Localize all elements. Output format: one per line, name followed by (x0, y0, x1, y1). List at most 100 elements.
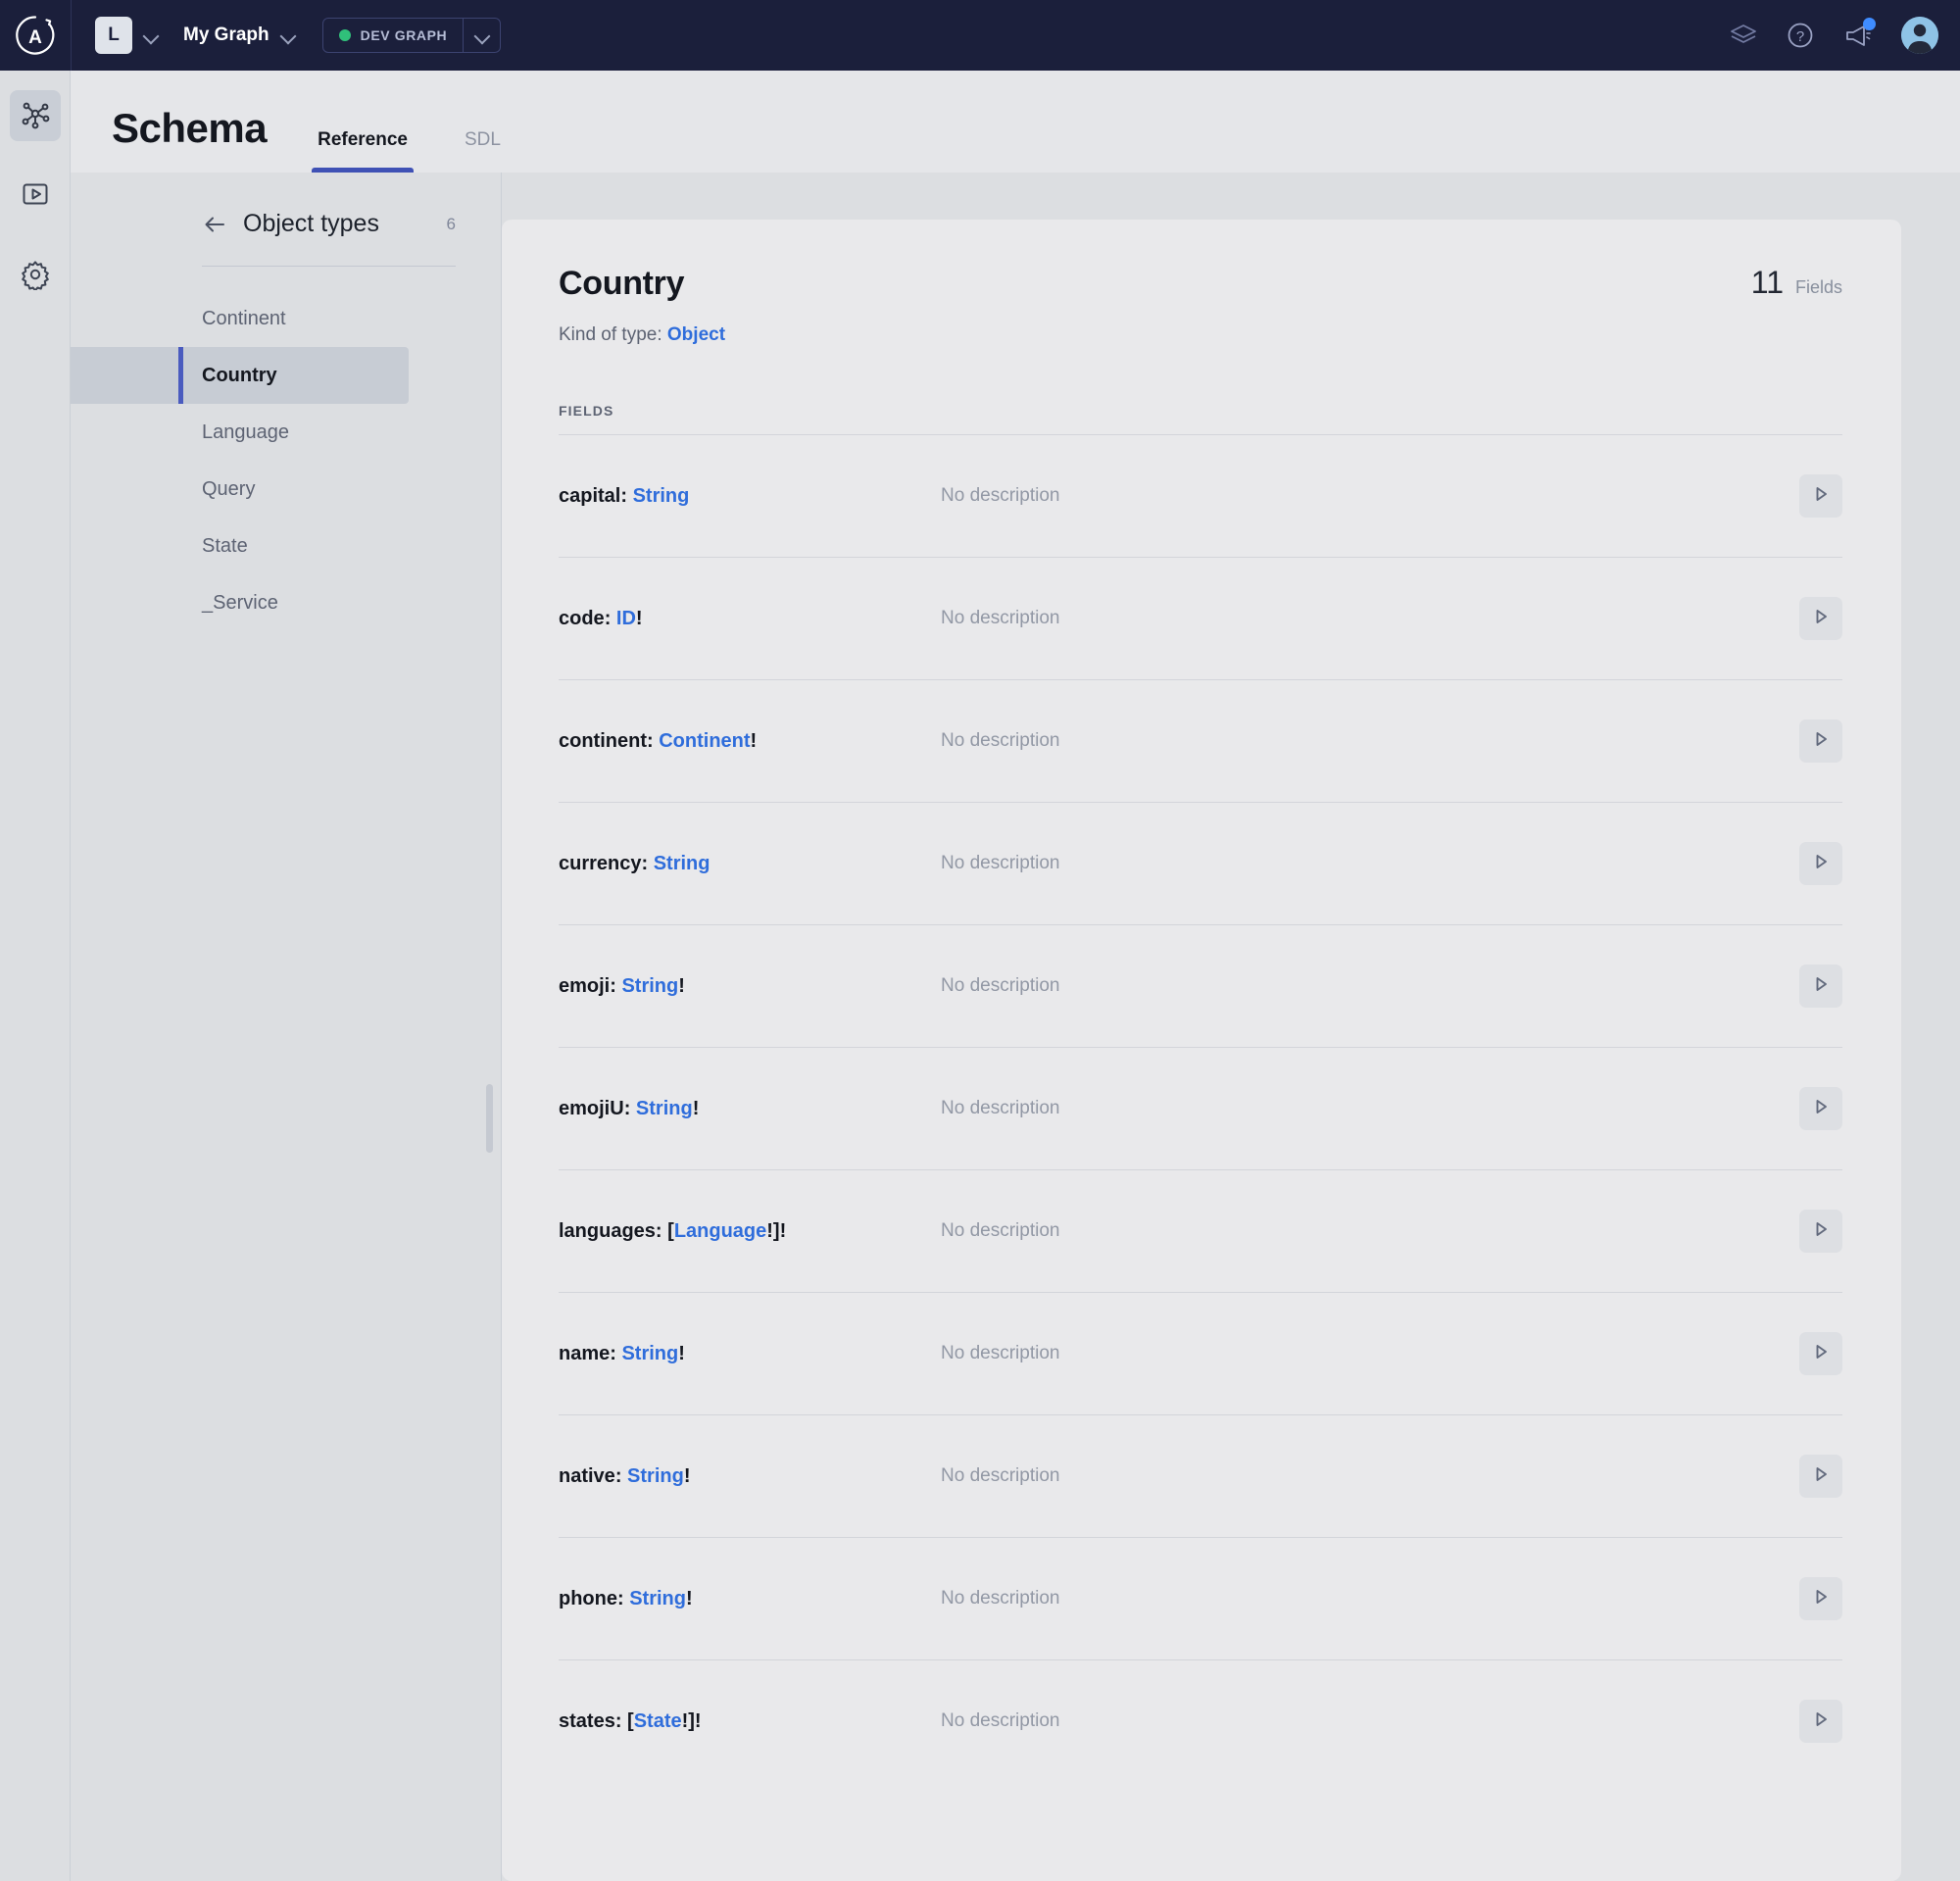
sidebar-item-country[interactable]: Country (71, 347, 409, 404)
field-type-link[interactable]: Continent (659, 730, 750, 752)
app-shell: Schema Reference SDL Object types 6 Cont… (0, 71, 1960, 1881)
table-row: code: ID! No description (559, 557, 1842, 679)
content-area: Schema Reference SDL Object types 6 Cont… (71, 71, 1960, 1881)
field-name: states (559, 1709, 615, 1732)
field-description: No description (941, 1220, 1060, 1241)
run-field-button[interactable] (1799, 597, 1842, 640)
rail-item-graph[interactable] (9, 90, 61, 141)
field-signature: phone: String! (559, 1588, 941, 1610)
layers-icon[interactable] (1729, 21, 1758, 50)
field-separator: : (655, 1219, 668, 1242)
field-name: name (559, 1342, 611, 1364)
field-description: No description (941, 730, 1060, 751)
object-types-header: Object types 6 (71, 210, 501, 238)
run-field-button[interactable] (1799, 1332, 1842, 1375)
run-field-button[interactable] (1799, 1210, 1842, 1253)
play-icon (1810, 1463, 1832, 1490)
run-field-button[interactable] (1799, 842, 1842, 885)
announcements-icon[interactable] (1842, 18, 1876, 50)
field-type-link[interactable]: String (621, 975, 678, 997)
run-field-button[interactable] (1799, 1455, 1842, 1498)
field-separator: : (623, 1097, 636, 1119)
table-row: phone: String! No description (559, 1537, 1842, 1659)
sidebar-item-state[interactable]: State (71, 518, 409, 574)
status-dot-icon (338, 29, 351, 41)
user-avatar[interactable] (1901, 17, 1938, 54)
org-avatar-badge[interactable]: L (95, 17, 132, 54)
sidebar-item-service[interactable]: _Service (71, 574, 409, 631)
environment-current[interactable]: DEV GRAPH (323, 19, 464, 52)
run-field-button[interactable] (1799, 719, 1842, 763)
fields-table: capital: String No description code: ID! No… (559, 434, 1842, 1782)
field-type-suffix: ! (750, 729, 758, 752)
field-separator: : (641, 852, 654, 874)
field-type-link[interactable]: String (636, 1098, 693, 1119)
field-type-link[interactable]: String (629, 1588, 686, 1609)
arrow-left-icon[interactable] (202, 212, 227, 237)
field-signature: currency: String (559, 853, 941, 875)
apollo-logo-icon[interactable]: A (0, 0, 71, 71)
run-field-button[interactable] (1799, 1087, 1842, 1130)
table-row: emojiU: String! No description (559, 1047, 1842, 1169)
run-field-button[interactable] (1799, 474, 1842, 518)
field-description: No description (941, 608, 1060, 628)
field-type-link[interactable]: String (633, 485, 690, 507)
field-count-display: 11 Fields (1751, 265, 1842, 301)
field-type-link[interactable]: State (634, 1710, 682, 1732)
environment-selector[interactable]: DEV GRAPH (321, 18, 502, 53)
field-description: No description (941, 1588, 1060, 1609)
run-field-button[interactable] (1799, 1700, 1842, 1743)
sidebar-item-query[interactable]: Query (71, 461, 409, 518)
explorer-play-icon (20, 178, 51, 215)
field-description: No description (941, 1343, 1060, 1363)
environment-chevron-down-icon[interactable] (463, 19, 500, 52)
table-row: languages: [Language!]! No description (559, 1169, 1842, 1292)
field-signature: emojiU: String! (559, 1098, 941, 1120)
field-type-prefix: [ (627, 1709, 634, 1732)
type-detail-card: Country 11 Fields Kind of type: Object F… (502, 220, 1901, 1881)
rail-item-explorer[interactable] (10, 171, 61, 222)
play-icon (1810, 1586, 1832, 1612)
org-chevron-down-icon[interactable] (132, 26, 170, 44)
field-name: capital (559, 484, 621, 507)
field-type-link[interactable]: String (654, 853, 710, 874)
help-icon[interactable]: ? (1786, 21, 1815, 50)
tab-sdl[interactable]: SDL (459, 129, 507, 173)
field-type-link[interactable]: String (627, 1465, 684, 1487)
field-signature: code: ID! (559, 608, 941, 630)
panel-scrollbar[interactable] (486, 1084, 493, 1153)
rail-item-settings[interactable] (10, 251, 61, 302)
type-detail-header: Country 11 Fields (559, 265, 1842, 303)
field-description: No description (941, 1710, 1060, 1731)
tab-reference[interactable]: Reference (312, 129, 414, 173)
graph-selector[interactable]: My Graph (170, 25, 297, 46)
gear-icon (20, 259, 51, 295)
sidebar-item-language[interactable]: Language (71, 404, 409, 461)
kind-of-type-value[interactable]: Object (667, 324, 725, 345)
field-type-link[interactable]: String (621, 1343, 678, 1364)
play-icon (1810, 1341, 1832, 1367)
field-name: native (559, 1464, 615, 1487)
run-field-button[interactable] (1799, 1577, 1842, 1620)
field-type-suffix: ! (635, 607, 643, 629)
field-signature: continent: Continent! (559, 730, 941, 753)
fields-section-label: FIELDS (559, 403, 614, 419)
field-description: No description (941, 1098, 1060, 1118)
field-separator: : (610, 1342, 622, 1364)
run-field-button[interactable] (1799, 965, 1842, 1008)
field-description: No description (941, 1465, 1060, 1486)
table-row: emoji: String! No description (559, 924, 1842, 1047)
type-name-heading: Country (559, 265, 685, 302)
object-types-count: 6 (446, 214, 456, 233)
graph-name-label: My Graph (183, 25, 270, 45)
field-name: languages (559, 1219, 656, 1242)
field-type-suffix: ! (692, 1097, 700, 1119)
field-type-link[interactable]: Language (674, 1220, 766, 1242)
field-description: No description (941, 485, 1060, 506)
sidebar-item-continent[interactable]: Continent (71, 290, 409, 347)
field-count-label: Fields (1794, 277, 1842, 297)
field-type-suffix: ! (683, 1464, 691, 1487)
field-signature: states: [State!]! (559, 1710, 941, 1733)
field-type-link[interactable]: ID (616, 608, 636, 629)
kind-of-type-prefix: Kind of type: (559, 324, 667, 345)
